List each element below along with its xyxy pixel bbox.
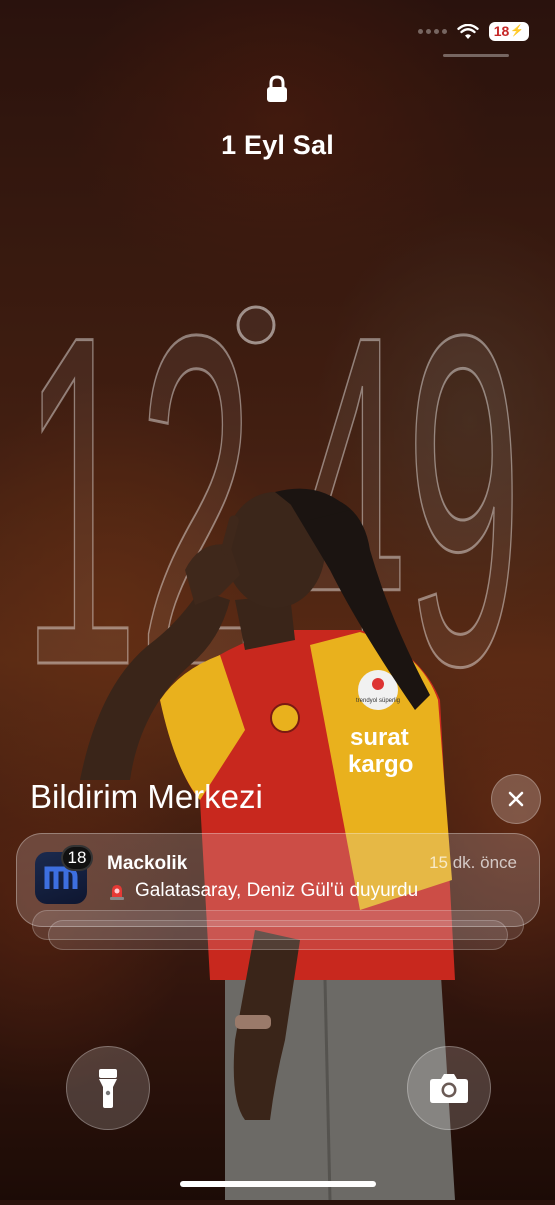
camera-button[interactable] (407, 1046, 491, 1130)
flashlight-icon (99, 1069, 117, 1108)
notification-center-title: Bildirim Merkezi (30, 778, 263, 815)
notification-count-badge: 18 (61, 845, 93, 871)
lock-screen-date: 1 Eyl Sal (221, 130, 334, 160)
charging-bolt-icon: ⚡ (510, 25, 524, 37)
status-bar-underline (443, 54, 509, 57)
battery-indicator: 18 ⚡ (488, 22, 529, 41)
notification-card[interactable]: 18 Mackolik 15 dk. önce Galatasaray, Den… (16, 833, 540, 927)
notification-app-name: Mackolik (107, 853, 188, 874)
notification-text: Galatasaray, Deniz Gül'ü duyurdu (135, 880, 419, 901)
sponsor-line-1: surat (350, 724, 409, 751)
status-bar: 18 ⚡ (417, 22, 529, 41)
clock-colon (236, 305, 276, 345)
home-indicator[interactable] (180, 1181, 376, 1187)
notification-time: 15 dk. önce (429, 853, 517, 872)
siren-icon (110, 885, 124, 900)
lock-icon (264, 74, 290, 104)
close-icon (508, 791, 524, 807)
flashlight-button[interactable] (66, 1046, 150, 1130)
notification-body: Galatasaray, Deniz Gül'ü duyurdu (107, 880, 418, 902)
wifi-icon (457, 23, 479, 40)
cellular-signal-icon (417, 29, 447, 34)
clear-notifications-button[interactable] (491, 774, 541, 824)
league-patch-text: trendyol süperlig (356, 698, 400, 704)
battery-level: 18 (493, 23, 510, 39)
camera-icon (430, 1074, 468, 1103)
sponsor-line-2: kargo (348, 751, 413, 778)
